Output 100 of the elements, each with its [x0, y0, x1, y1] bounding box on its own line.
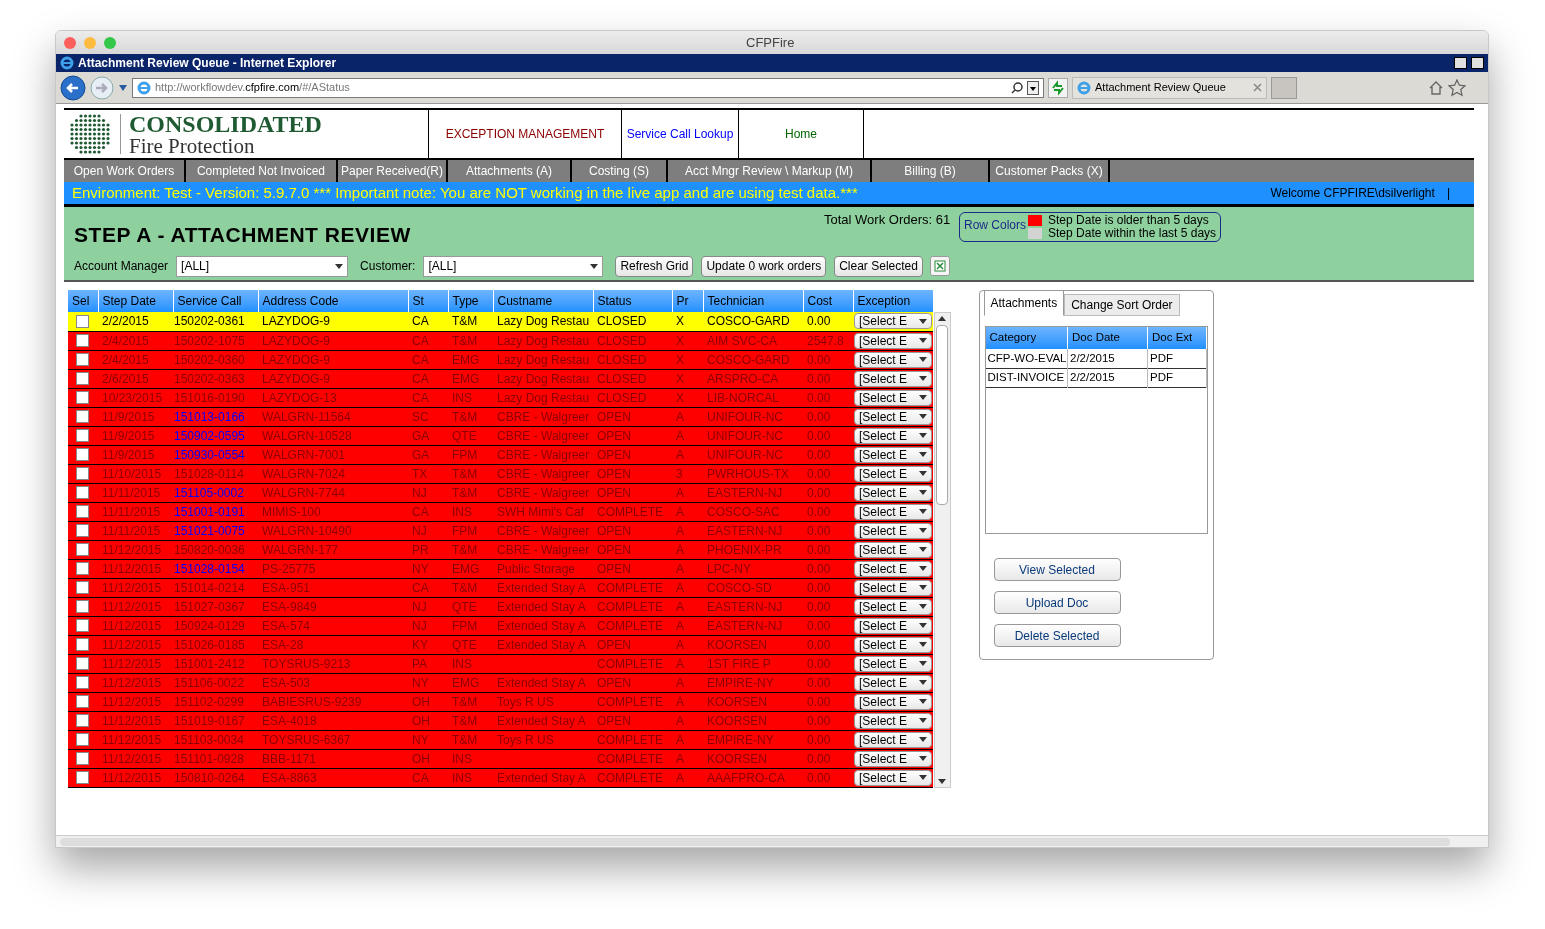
row-checkbox[interactable]	[76, 505, 89, 519]
row-checkbox[interactable]	[76, 353, 89, 367]
exception-dropdown[interactable]: [Select E	[854, 370, 932, 387]
row-checkbox[interactable]	[76, 695, 89, 709]
address-field[interactable]: http://workflowdev.cfpfire.com/#/AStatus	[132, 77, 1044, 98]
row-checkbox[interactable]	[76, 714, 89, 728]
customer-dropdown[interactable]: [ALL]	[423, 255, 604, 277]
panel-tab[interactable]: Change Sort Order	[1064, 294, 1180, 316]
panel-button[interactable]: Delete Selected	[993, 624, 1121, 647]
exception-dropdown[interactable]: [Select E	[854, 617, 932, 634]
home-icon[interactable]	[1428, 79, 1444, 96]
column-header[interactable]: St	[408, 290, 448, 312]
exception-dropdown[interactable]: [Select E	[854, 313, 932, 330]
column-header[interactable]: Service Call	[173, 290, 258, 312]
row-checkbox[interactable]	[76, 657, 89, 671]
row-checkbox[interactable]	[76, 771, 89, 785]
row-checkbox[interactable]	[76, 410, 89, 424]
row-checkbox[interactable]	[76, 448, 89, 462]
action-button[interactable]: Clear Selected	[834, 255, 923, 277]
column-header[interactable]: Sel	[68, 290, 98, 312]
row-checkbox[interactable]	[76, 314, 89, 328]
row-checkbox[interactable]	[76, 752, 89, 766]
row-checkbox[interactable]	[76, 334, 89, 347]
column-header[interactable]: Step Date	[98, 290, 173, 312]
horizontal-scrollbar[interactable]	[60, 837, 1450, 846]
column-header[interactable]: Type	[448, 290, 493, 312]
service-call-cell[interactable]: 150202-0361	[173, 312, 258, 331]
scrollbar-thumb[interactable]	[936, 325, 948, 505]
row-checkbox[interactable]	[76, 638, 89, 652]
exception-dropdown[interactable]: [Select E	[854, 503, 932, 520]
column-header[interactable]: Doc Date	[1067, 327, 1148, 349]
exception-dropdown[interactable]: [Select E	[854, 332, 932, 349]
restore-button[interactable]	[1471, 57, 1484, 69]
exception-dropdown[interactable]: [Select E	[854, 389, 932, 406]
column-header[interactable]: Doc Ext	[1147, 327, 1206, 349]
row-checkbox[interactable]	[76, 676, 89, 690]
exception-dropdown[interactable]: [Select E	[854, 427, 932, 444]
close-window-icon[interactable]	[64, 36, 76, 49]
column-header[interactable]: Exception	[853, 290, 933, 312]
dropdown-icon[interactable]	[1027, 80, 1039, 95]
exception-dropdown[interactable]: [Select E	[854, 541, 932, 558]
exception-dropdown[interactable]: [Select E	[854, 484, 932, 501]
exception-dropdown[interactable]: [Select E	[854, 731, 932, 748]
exception-dropdown[interactable]: [Select E	[854, 351, 932, 368]
back-icon[interactable]	[60, 74, 86, 101]
row-checkbox[interactable]	[76, 467, 89, 481]
row-checkbox[interactable]	[76, 429, 89, 443]
column-header[interactable]: Custname	[493, 290, 593, 312]
table-row[interactable]: 2/2/2015 150202-0361 LAZYDOG-9 CA T&M Lazy Dog Restau CLOSED X COSCO-GARD 0.00 [Select E	[68, 312, 933, 331]
row-checkbox[interactable]	[76, 600, 89, 614]
row-checkbox[interactable]	[76, 543, 89, 557]
row-checkbox[interactable]	[76, 581, 89, 595]
action-button[interactable]: Update 0 work orders	[701, 255, 827, 277]
exception-dropdown[interactable]: [Select E	[854, 446, 932, 463]
account-manager-dropdown[interactable]: [ALL]	[176, 255, 349, 277]
caret-icon	[919, 737, 927, 743]
panel-tab[interactable]: Attachments	[983, 290, 1065, 316]
exception-dropdown[interactable]: [Select E	[854, 598, 932, 615]
row-checkbox[interactable]	[76, 524, 89, 538]
caret-icon	[919, 680, 927, 686]
column-header[interactable]: Status	[593, 290, 672, 312]
exception-dropdown[interactable]: [Select E	[854, 636, 932, 653]
table-cell: 0.00	[803, 407, 853, 427]
new-tab-button[interactable]	[1271, 76, 1297, 99]
excel-export-icon[interactable]	[929, 256, 950, 276]
exception-dropdown[interactable]: [Select E	[854, 655, 932, 672]
exception-dropdown[interactable]: [Select E	[854, 408, 932, 425]
panel-button[interactable]: View Selected	[993, 558, 1121, 581]
panel-button[interactable]: Upload Doc	[993, 591, 1121, 614]
star-icon[interactable]	[1448, 78, 1466, 97]
table-row[interactable]: 11/12/2015 150810-0264 ESA-8863 CA INS Extended Stay A COMPLETE A AAAFPRO-CA 0.00 [Select E	[68, 768, 933, 788]
exception-dropdown[interactable]: [Select E	[854, 693, 932, 710]
exception-dropdown[interactable]: [Select E	[854, 712, 932, 729]
row-checkbox[interactable]	[76, 562, 89, 576]
column-header[interactable]: Category	[985, 327, 1068, 349]
minimize-button[interactable]	[1454, 57, 1467, 69]
column-header[interactable]: Pr	[672, 290, 703, 312]
close-icon[interactable]	[1253, 83, 1262, 92]
exception-dropdown[interactable]: [Select E	[854, 750, 932, 767]
row-checkbox[interactable]	[76, 619, 89, 633]
row-checkbox[interactable]	[76, 486, 89, 500]
exception-dropdown[interactable]: [Select E	[854, 579, 932, 596]
action-button[interactable]: Refresh Grid	[615, 255, 694, 277]
exception-dropdown[interactable]: [Select E	[854, 522, 932, 539]
column-header[interactable]: Cost	[803, 290, 853, 312]
row-checkbox[interactable]	[76, 372, 89, 386]
browser-tab[interactable]: Attachment Review Queue	[1072, 76, 1267, 99]
table-cell: 3	[672, 464, 703, 484]
exception-dropdown[interactable]: [Select E	[854, 674, 932, 691]
exception-dropdown[interactable]: [Select E	[854, 465, 932, 482]
row-checkbox[interactable]	[76, 391, 89, 405]
exception-dropdown[interactable]: [Select E	[854, 769, 932, 786]
column-header[interactable]: Technician	[703, 290, 803, 312]
column-header[interactable]: Address Code	[258, 290, 408, 312]
row-checkbox[interactable]	[76, 733, 89, 747]
scrollbar[interactable]	[933, 312, 951, 788]
exception-dropdown[interactable]: [Select E	[854, 560, 932, 577]
refresh-icon[interactable]	[1048, 77, 1068, 98]
table-cell: 2547.8	[803, 331, 853, 351]
search-icon[interactable]	[1011, 81, 1023, 94]
